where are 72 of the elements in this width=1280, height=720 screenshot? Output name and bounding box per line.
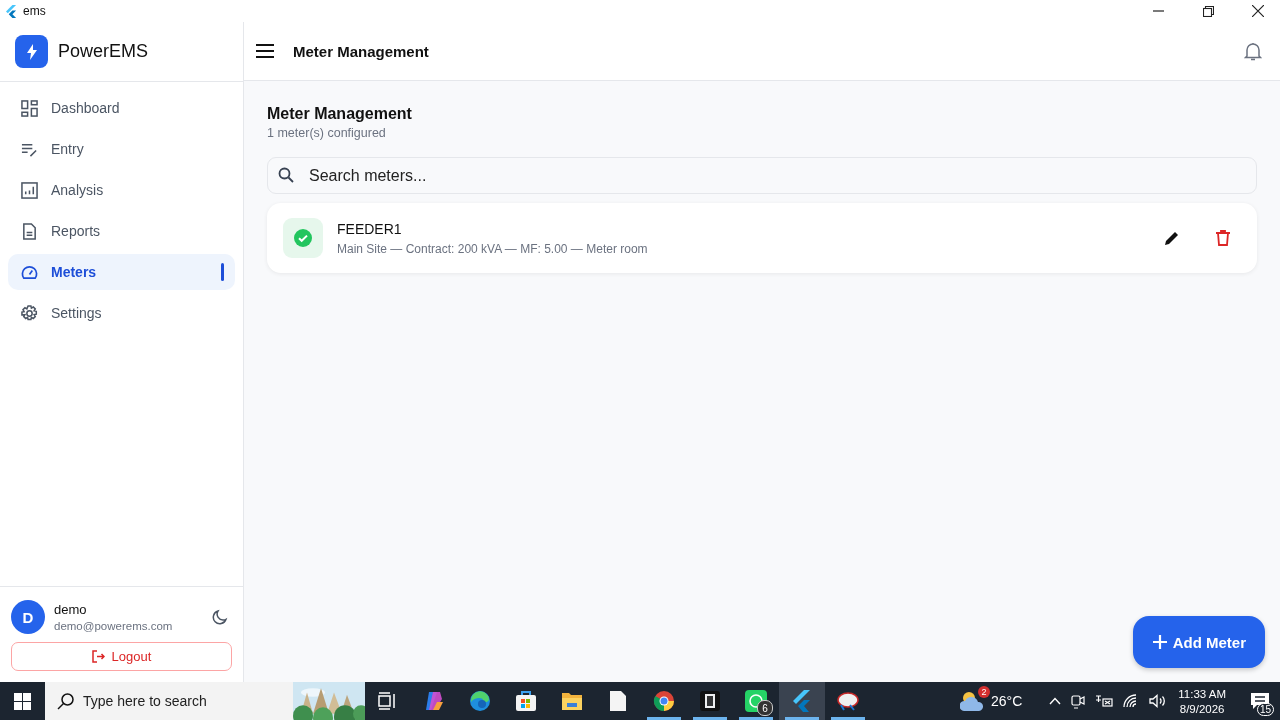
- running-indicator: [693, 717, 727, 720]
- page-header-title: Meter Management: [293, 42, 429, 60]
- document-icon: [21, 222, 38, 240]
- user-name: demo: [54, 602, 88, 617]
- browser-circle-icon: [653, 690, 675, 712]
- clock-date[interactable]: 8/9/2026: [1179, 702, 1225, 715]
- nav-item[interactable]: Dashboard: [8, 90, 235, 126]
- frame-icon: [700, 691, 720, 711]
- four-squares-icon: [14, 692, 31, 710]
- notification-badge: 2: [977, 686, 990, 698]
- blank-page-icon: [610, 691, 626, 711]
- add-meter-button[interactable]: Add Meter: [1132, 616, 1265, 668]
- keyboard-icon[interactable]: [1095, 694, 1114, 708]
- selection-indicator: [221, 263, 224, 281]
- user-email: demo@powerems.com: [54, 620, 174, 632]
- window-title: ems: [23, 4, 46, 18]
- restore-icon: [1202, 5, 1214, 17]
- plus-icon: [1152, 635, 1167, 649]
- nav-item[interactable]: Analysis: [8, 172, 235, 208]
- ribbon-icon: [423, 690, 445, 712]
- chart-icon: [21, 181, 38, 199]
- speaker-icon[interactable]: [1149, 694, 1168, 708]
- notification-count: 15: [1256, 703, 1274, 716]
- search-field[interactable]: Search meters...: [267, 157, 1257, 194]
- camera-icon[interactable]: [1071, 693, 1086, 709]
- notifications-button[interactable]: [1242, 40, 1264, 62]
- nav-item[interactable]: Entry: [8, 131, 235, 167]
- running-indicator: [785, 717, 819, 720]
- trash-icon: [1216, 230, 1230, 246]
- dashboard-icon: [21, 99, 38, 117]
- clock-time[interactable]: 11:33 AM: [1178, 687, 1226, 700]
- pencil-icon: [1164, 230, 1180, 246]
- notification-badge: 6: [757, 700, 773, 716]
- app-logo-icon: [6, 4, 17, 18]
- browser-wave-icon: [469, 690, 491, 712]
- nav-item[interactable]: Reports: [8, 213, 235, 249]
- logout-button[interactable]: Logout: [11, 642, 232, 671]
- nav-item[interactable]: Settings: [8, 295, 235, 331]
- task-view-icon: [378, 692, 398, 710]
- bell-icon: [1244, 41, 1262, 61]
- app-logo-icon: [15, 35, 48, 68]
- taskbar-search-field[interactable]: Type here to search: [45, 682, 293, 720]
- chevron-up-icon[interactable]: [1049, 697, 1062, 705]
- settings-icon: [21, 304, 38, 322]
- running-indicator: [647, 717, 681, 720]
- chevron-logo-icon: [793, 690, 811, 712]
- page-title: Meter Management: [267, 105, 413, 123]
- dish-icon: [836, 691, 860, 711]
- check-circle-icon: [293, 228, 313, 248]
- menu-icon: [256, 44, 274, 58]
- meter-details: Main Site — Contract: 200 kVA — MF: 5.00 — Meter room: [337, 241, 649, 256]
- logout-icon: [91, 650, 105, 663]
- search-icon: [57, 693, 74, 710]
- minimize-icon: [1152, 10, 1164, 12]
- app-name: PowerEMS: [58, 41, 149, 62]
- page-subtitle: 1 meter(s) configured: [267, 126, 387, 140]
- meter-name: FEEDER1: [337, 220, 403, 237]
- taskbar-app[interactable]: 6: [733, 682, 779, 720]
- moon-icon: [212, 609, 228, 625]
- gauge-icon: [21, 263, 38, 281]
- nav-item[interactable]: Meters: [8, 254, 235, 290]
- running-indicator: [831, 717, 865, 720]
- user-avatar: D: [11, 600, 45, 634]
- weather-icon[interactable]: [959, 690, 986, 712]
- running-indicator: [739, 717, 773, 720]
- folder-icon: [561, 691, 583, 711]
- notification-center-button[interactable]: 15: [1240, 682, 1280, 720]
- temperature[interactable]: 26°C: [990, 693, 1023, 709]
- search-icon: [278, 167, 294, 183]
- menu-button[interactable]: [255, 41, 275, 61]
- shopping-bag-icon: [515, 690, 537, 712]
- close-icon: [1252, 5, 1264, 17]
